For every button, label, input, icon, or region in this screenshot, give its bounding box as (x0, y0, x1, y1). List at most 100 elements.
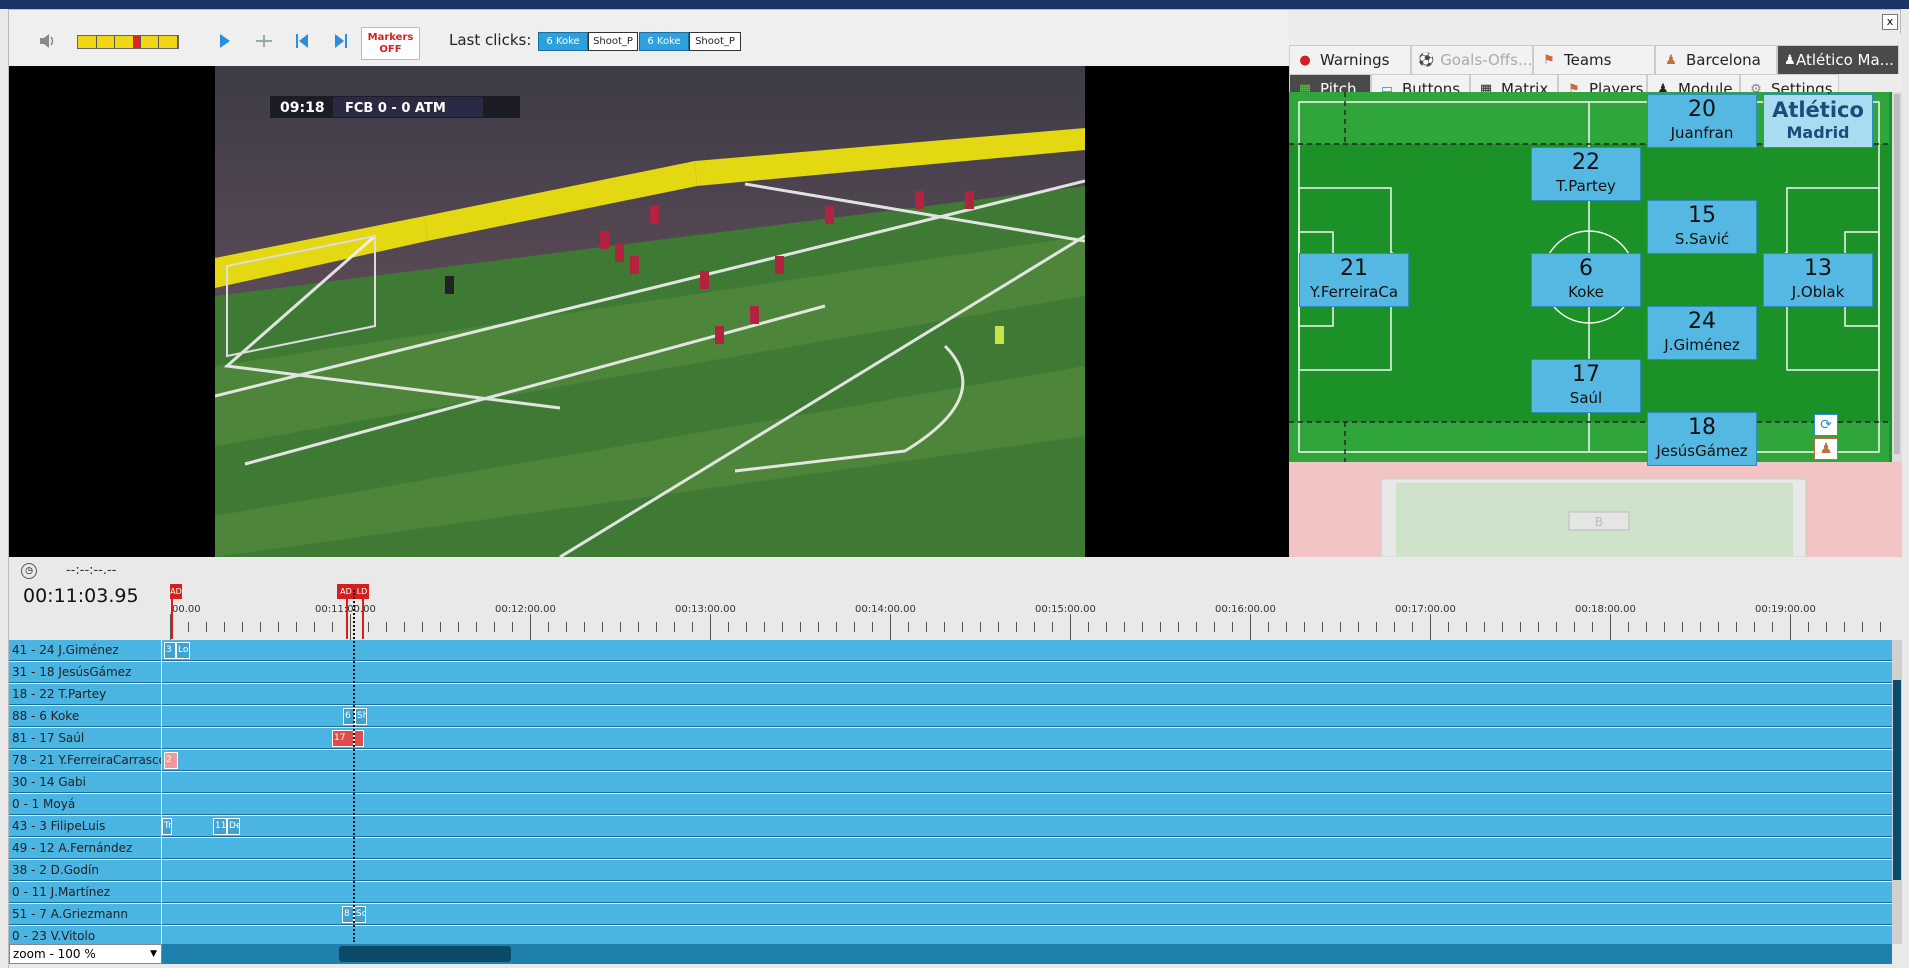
track-lane[interactable] (162, 794, 1892, 815)
right-panel: ● Warnings ⚽ Goals-Offs... ⚑ Teams ♟ Barcelo… (1289, 34, 1902, 557)
volume-icon[interactable] (36, 30, 58, 52)
player-card-24[interactable]: 24 J.Giménez (1647, 306, 1757, 360)
track-label: 31 - 18 JesúsGámez (9, 662, 161, 683)
ruler-label: 00:14:00.00 (855, 604, 916, 615)
track-lane[interactable] (162, 860, 1892, 881)
event-marker[interactable]: De (227, 818, 240, 835)
goals-icon: ⚽ (1418, 52, 1435, 68)
playhead-line[interactable] (353, 590, 355, 942)
step-icon[interactable] (253, 30, 275, 52)
clock-icon[interactable]: ◷ (21, 563, 37, 579)
track-lane[interactable] (162, 926, 1892, 946)
event-marker[interactable]: 11 (213, 818, 227, 835)
event-marker[interactable]: 2 (164, 752, 178, 769)
player-name: JesúsGámez (1656, 442, 1748, 460)
track-row[interactable]: 0 - 23 V.Vitolo (9, 926, 1892, 946)
track-row[interactable]: 43 - 3 FilipeLuis Tr 11 De (9, 816, 1892, 838)
pitch-view: B 20 Juanfran Atlético Madrid 22 T.Parte… (1289, 92, 1902, 557)
track-row[interactable]: 31 - 18 JesúsGámez (9, 662, 1892, 684)
marker-flag[interactable]: LD (355, 584, 369, 599)
video-player[interactable]: 09:18 FCB 0 - 0 ATM (9, 66, 1289, 557)
track-row[interactable]: 41 - 24 J.Giménez 3 Lor (9, 640, 1892, 662)
track-lane[interactable]: 2 (162, 750, 1892, 771)
video-frame[interactable]: 09:18 FCB 0 - 0 ATM (215, 66, 1085, 557)
vertical-scroll-thumb[interactable] (1893, 680, 1901, 880)
player-number: 18 (1688, 415, 1716, 440)
swap-icon[interactable]: ⟳ (1814, 414, 1838, 436)
marker-flag[interactable]: AD (170, 584, 182, 599)
last-click-1[interactable]: 6 Koke (538, 32, 588, 51)
player-card-22[interactable]: 22 T.Partey (1531, 147, 1641, 201)
zoom-select[interactable]: zoom - 100 % ▼ (9, 944, 162, 964)
track-label: 30 - 14 Gabi (9, 772, 161, 793)
player-card-18[interactable]: 18 JesúsGámez (1647, 412, 1757, 466)
track-lane[interactable] (162, 662, 1892, 683)
track-row[interactable]: 78 - 21 Y.FerreiraCarrasco 2 (9, 750, 1892, 772)
tab-goals-label: Goals-Offs... (1440, 51, 1533, 69)
volume-meter[interactable] (77, 35, 179, 49)
event-marker[interactable]: Sc (354, 906, 366, 923)
track-row[interactable]: 51 - 7 A.Griezmann 8 Sc (9, 904, 1892, 926)
track-row[interactable]: 81 - 17 Saúl 17 (9, 728, 1892, 750)
time-ruler[interactable]: AD AD LD 00.00 00:11:00.00 00:12:00.00 0… (170, 584, 1890, 640)
track-row[interactable]: 0 - 11 J.Martínez (9, 882, 1892, 904)
team-name-line2: Madrid (1786, 123, 1850, 142)
ruler-label: 00:15:00.00 (1035, 604, 1096, 615)
track-lane[interactable]: 6 Sho (162, 706, 1892, 727)
event-marker[interactable] (354, 730, 364, 747)
atletico-icon: ♟ (1784, 52, 1796, 68)
event-marker[interactable]: 3 (164, 642, 176, 659)
track-row[interactable]: 18 - 22 T.Partey (9, 684, 1892, 706)
team-card-atletico[interactable]: Atlético Madrid (1763, 94, 1873, 148)
track-label: 0 - 1 Moyá (9, 794, 161, 815)
track-lane[interactable] (162, 684, 1892, 705)
team-name-line1: Atlético (1772, 98, 1864, 122)
track-label: 38 - 2 D.Godín (9, 860, 161, 881)
track-row[interactable]: 0 - 1 Moyá (9, 794, 1892, 816)
tab-goals-offsides[interactable]: ⚽ Goals-Offs... (1411, 45, 1533, 74)
ruler-ticks (170, 614, 1890, 640)
track-lane[interactable]: 17 (162, 728, 1892, 749)
track-lane[interactable] (162, 772, 1892, 793)
player-name: S.Savić (1674, 230, 1730, 248)
markers-label: Markers (367, 32, 414, 43)
tab-warnings[interactable]: ● Warnings (1289, 45, 1411, 74)
player-card-17[interactable]: 17 Saúl (1531, 359, 1641, 413)
vertical-scrollbar[interactable] (1892, 640, 1902, 944)
tab-teams[interactable]: ⚑ Teams (1533, 45, 1655, 74)
event-marker[interactable]: Sho (355, 708, 367, 725)
player-card-15[interactable]: 15 S.Savić (1647, 200, 1757, 254)
track-lane[interactable]: Tr 11 De (162, 816, 1892, 837)
track-row[interactable]: 88 - 6 Koke 6 Sho (9, 706, 1892, 728)
warning-icon: ● (1299, 52, 1311, 68)
ruler-label: 00.00 (172, 604, 201, 615)
track-lane[interactable] (162, 838, 1892, 859)
last-click-3[interactable]: 6 Koke (639, 32, 689, 51)
player-card-13[interactable]: 13 J.Oblak (1763, 253, 1873, 307)
skip-forward-icon[interactable] (330, 30, 352, 52)
track-row[interactable]: 30 - 14 Gabi (9, 772, 1892, 794)
horizontal-scrollbar[interactable] (162, 944, 1892, 964)
play-icon[interactable] (214, 30, 236, 52)
track-row[interactable]: 49 - 12 A.Fernández (9, 838, 1892, 860)
player-card-20[interactable]: 20 Juanfran (1647, 94, 1757, 148)
track-lane[interactable]: 8 Sc (162, 904, 1892, 925)
event-marker[interactable]: 17 (332, 730, 354, 747)
timeline-panel: ◷ --:--:--.-- 00:11:03.95 AD AD LD 00.00… (9, 558, 1902, 968)
horizontal-scroll-thumb[interactable] (339, 946, 511, 962)
skip-back-icon[interactable] (291, 30, 313, 52)
close-button[interactable]: x (1882, 14, 1898, 30)
last-click-4[interactable]: Shoot_P (689, 32, 741, 51)
markers-toggle-button[interactable]: Markers OFF (361, 27, 420, 60)
event-marker[interactable]: Lor (176, 642, 190, 659)
player-card-21[interactable]: 21 Y.FerreiraCa (1299, 253, 1409, 307)
track-lane[interactable]: 3 Lor (162, 640, 1892, 661)
track-lane[interactable] (162, 882, 1892, 903)
tab-atletico[interactable]: ♟ Atlético Ma... (1777, 45, 1899, 74)
substitution-icon[interactable]: ♟ (1814, 438, 1838, 460)
event-marker[interactable]: Tr (162, 818, 172, 835)
track-row[interactable]: 38 - 2 D.Godín (9, 860, 1892, 882)
tab-barcelona[interactable]: ♟ Barcelona (1655, 45, 1777, 74)
player-card-6[interactable]: 6 Koke (1531, 253, 1641, 307)
last-click-2[interactable]: Shoot_P (588, 32, 638, 51)
